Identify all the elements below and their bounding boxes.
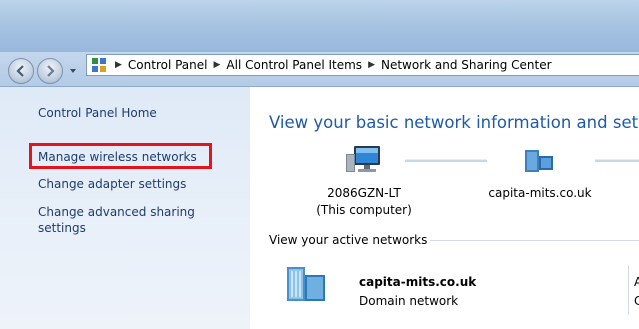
breadcrumb: ▶ Control Panel ▶ All Control Panel Item…: [113, 58, 552, 72]
back-button[interactable]: [8, 58, 34, 84]
chevron-down-icon: [70, 69, 76, 73]
breadcrumb-item-network-and-sharing-center[interactable]: Network and Sharing Center: [381, 58, 552, 72]
column-divider: [628, 265, 629, 315]
recent-pages-dropdown[interactable]: [67, 65, 79, 77]
forward-arrow-icon: [47, 65, 55, 77]
computer-icon: [346, 146, 380, 172]
breadcrumb-item-all-control-panel-items[interactable]: All Control Panel Items: [226, 58, 362, 72]
connection-line: [595, 159, 639, 162]
sidebar: Control Panel Home Manage wireless netwo…: [0, 87, 250, 329]
clipped-text: A: [634, 275, 639, 289]
connection-line: [405, 159, 487, 162]
forward-button[interactable]: [37, 58, 63, 84]
back-arrow-icon: [16, 65, 24, 77]
breadcrumb-separator-icon: ▶: [213, 60, 221, 70]
active-network-name: capita-mits.co.uk: [359, 275, 477, 289]
breadcrumb-separator-icon: ▶: [368, 60, 375, 70]
window-titlebar: [0, 0, 639, 52]
page-title: View your basic network information and …: [269, 113, 639, 132]
address-bar[interactable]: ▶ Control Panel ▶ All Control Panel Item…: [86, 54, 639, 76]
main-content: View your basic network information and …: [250, 87, 639, 329]
sidebar-link-change-adapter-settings[interactable]: Change adapter settings: [38, 176, 186, 192]
clipped-text: C: [634, 294, 639, 308]
computer-caption: (This computer): [316, 203, 412, 217]
domain-network-icon: [287, 267, 325, 301]
sidebar-control-panel-home[interactable]: Control Panel Home: [38, 106, 157, 120]
highlight-box: [29, 143, 212, 169]
network-icon: [525, 150, 553, 172]
breadcrumb-separator-icon: ▶: [115, 60, 122, 70]
control-panel-icon: [92, 58, 106, 72]
sidebar-link-change-advanced-sharing-settings[interactable]: Change advanced sharing settings: [38, 204, 195, 236]
section-divider: [430, 240, 639, 241]
active-networks-heading: View your active networks: [269, 233, 428, 247]
breadcrumb-item-control-panel[interactable]: Control Panel: [128, 58, 208, 72]
computer-name: 2086GZN-LT: [327, 186, 401, 200]
network-map-name: capita-mits.co.uk: [488, 186, 592, 200]
active-network-type: Domain network: [359, 294, 459, 308]
